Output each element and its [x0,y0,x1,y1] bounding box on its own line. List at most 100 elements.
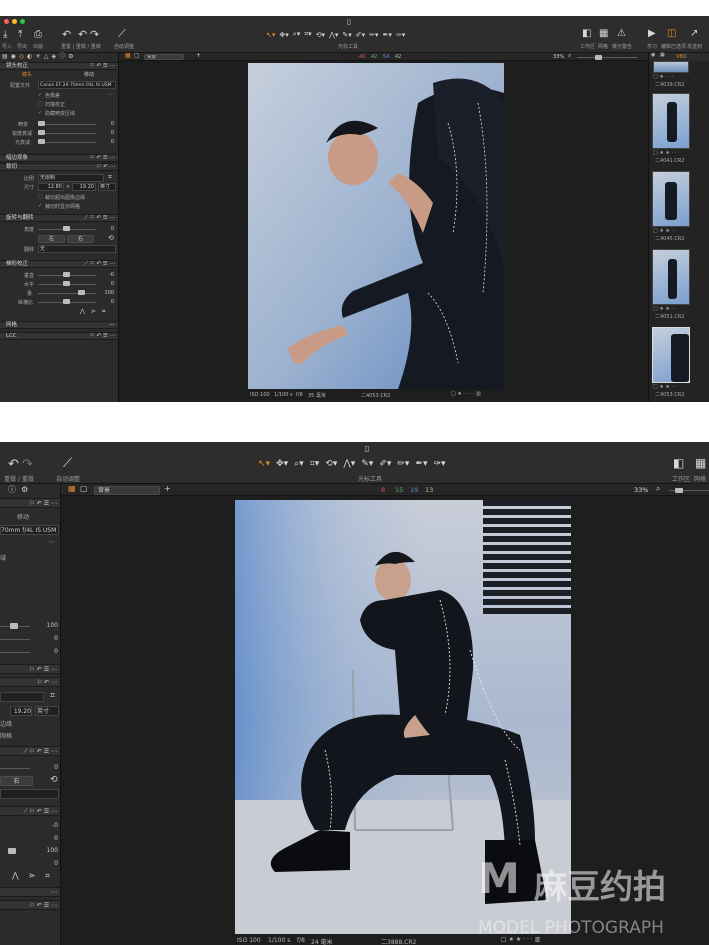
crop-tools-icon[interactable]: ⚐ ↶ ⋯ [37,678,57,687]
rating-stars[interactable]: □ ★ · · · · ▥ [451,391,481,397]
import-icon[interactable]: ⤓ [3,29,7,40]
grid-icon[interactable]: ▦ [695,456,706,470]
pan-icon[interactable]: ✥▾ [276,459,288,469]
layer-select[interactable]: 背景 [94,486,160,495]
amount-value[interactable]: 100 [38,847,58,854]
vertical-knob[interactable] [63,272,70,277]
undo-icon[interactable]: ↶ [62,28,71,41]
light-value[interactable]: 0 [100,139,114,145]
thumbnail[interactable] [653,61,689,73]
rotate-tools-icon[interactable]: ⟋ ⚐ ↶ ☰ ⋯ [84,215,115,222]
row-value-1[interactable]: 100 [38,622,58,629]
multi-view-icon[interactable]: ▢ [80,485,88,493]
vignette-header[interactable]: ⚐ ↶ ☰ ⋯ [0,664,60,674]
lens-tab-icon[interactable]: ◎ [19,54,24,60]
brush-tool-icon[interactable]: ✎▾ [361,459,373,469]
eraser-tool-icon[interactable]: ✐▾ [356,31,365,39]
crop-height-field[interactable]: 19.20 [10,706,32,716]
thumbnail[interactable] [652,93,690,149]
reset-rotation-icon[interactable]: ⟲ [108,235,114,242]
workspace-icon[interactable]: ◧ [582,28,591,39]
eraser-tool-icon[interactable]: ✐▾ [379,459,391,469]
rotate-tools-icon[interactable]: ⟋ ⚐ ↶ ☰ ⋯ [23,747,57,756]
add-layer-icon[interactable]: + [196,53,201,59]
single-view-icon[interactable]: ▦ [68,485,76,493]
redo-icon[interactable]: ↶ [78,28,87,41]
keystone-full-icon[interactable]: ⌗ [45,872,50,880]
sharpness-knob[interactable] [38,130,45,135]
crop-icon[interactable]: ⌗ [50,692,55,701]
multi-view-icon[interactable]: ▢ [134,53,140,59]
single-view-icon[interactable]: ▦ [125,53,131,59]
aspect-value[interactable]: 0 [100,299,114,305]
crop-header[interactable]: ⚐ ↶ ⋯ [0,677,60,687]
keystone-header[interactable]: 梯形校正 ⟋ ⚐ ↶ ☰ ⋯ [0,260,118,268]
browser-tab[interactable]: VBO [676,53,687,61]
close-dot[interactable] [4,19,9,24]
thumbnail[interactable] [652,249,690,305]
grid-checkbox[interactable]: ✓ [38,203,42,209]
light-knob[interactable] [38,139,45,144]
thumb-stars[interactable]: □ ★ · · · [653,74,673,80]
info-icon[interactable]: ⓘ [8,486,16,494]
grid-header[interactable]: ⋯ [0,887,60,897]
thumbnail-selected[interactable] [652,327,690,383]
zoom-knob[interactable] [595,55,602,60]
vignette-tools-icon[interactable]: ⚐ ↶ ☰ ⋯ [29,665,57,674]
zoom-value[interactable]: 33% [553,54,564,60]
keystone-tool-icon[interactable]: ⋀▾ [329,31,338,39]
warning-icon[interactable]: ⚠ [617,28,626,39]
ratio-select[interactable] [0,692,44,702]
aspect-knob[interactable] [63,299,70,304]
crop-width-field[interactable]: 12.80 [38,183,64,191]
auto-adjust-icon[interactable]: ⟋ [118,27,126,41]
amount-value[interactable]: 100 [100,290,114,296]
gradient-tool-icon[interactable]: ✏▾ [369,31,378,39]
rotate-tool-icon[interactable]: ⟲▾ [325,459,337,469]
brush-tool-icon[interactable]: ✎▾ [342,31,351,39]
grid-collapse-icon[interactable]: — [110,322,116,329]
section-tools-icon[interactable]: ⚐ ↶ ☰ ⋯ [29,499,57,508]
grid-icon[interactable]: ▦ [599,28,608,39]
main-photo[interactable] [248,63,504,389]
keystone-vertical-icon[interactable]: ⋀ [80,309,85,315]
heal-tool-icon[interactable]: ✑▾ [396,31,405,39]
keystone-horizontal-icon[interactable]: ⋗ [91,309,96,315]
outside-checkbox[interactable]: □ [38,194,43,200]
rotate-right-button[interactable]: 右 [0,776,33,786]
rotate-header[interactable]: ⟋ ⚐ ↶ ☰ ⋯ [0,746,60,756]
lcc-tools-icon[interactable]: ⚐ ↶ ☰ ⋯ [29,901,57,910]
profile-more-icon[interactable]: ⋯ [48,538,55,546]
zoom-slider[interactable] [577,57,637,58]
auto-adjust-icon[interactable]: ⟋ [63,456,72,471]
eye-icon[interactable]: ◉ [651,53,655,58]
unit-select[interactable]: 英寸 [35,706,59,716]
minimize-dot[interactable] [12,19,17,24]
profile-select[interactable]: 70mm f/4L IS USM [0,525,59,535]
distortion-knob[interactable] [38,121,45,126]
horizontal-value[interactable]: 0 [38,835,58,842]
undo-icon[interactable]: ↶ [8,457,19,472]
main-photo[interactable] [235,500,571,934]
section-tools-icon[interactable]: ⚐ ↶ ☰ ⋯ [90,63,115,70]
keystone-vertical-icon[interactable]: ⋀ [12,872,19,880]
flip-select[interactable] [0,789,59,799]
thumb-stars[interactable]: □ ★ ★ · · [653,150,676,156]
thumb-stars[interactable]: □ ★ ★ · · [653,228,676,234]
zoom-tool-icon[interactable]: ⌕▾ [294,459,304,469]
browser-grid-icon[interactable]: ▦ [660,53,665,58]
sharpness-slider[interactable] [38,133,96,134]
keystone-tool-icon[interactable]: ⋀▾ [343,459,355,469]
vertical-value[interactable]: -0 [38,822,58,829]
rotate-header[interactable]: 旋转与翻转 ⟋ ⚐ ↶ ☰ ⋯ [0,214,118,222]
zoom-icon[interactable]: ⌕ [568,53,571,59]
add-layer-icon[interactable]: + [164,485,171,493]
crop-tool-icon[interactable]: ⌗▾ [310,459,320,469]
ratio-select[interactable]: 无限制 [38,174,104,182]
detail-tab-icon[interactable]: △ [44,54,49,60]
purple-checkbox[interactable]: □ [38,101,43,107]
output-tab-icon[interactable]: ⚙ [68,54,73,60]
keystone-full-icon[interactable]: ⌗ [102,309,105,315]
picker-tool-icon[interactable]: ✒▾ [383,31,392,39]
tab-move[interactable]: 移动 [84,71,94,79]
